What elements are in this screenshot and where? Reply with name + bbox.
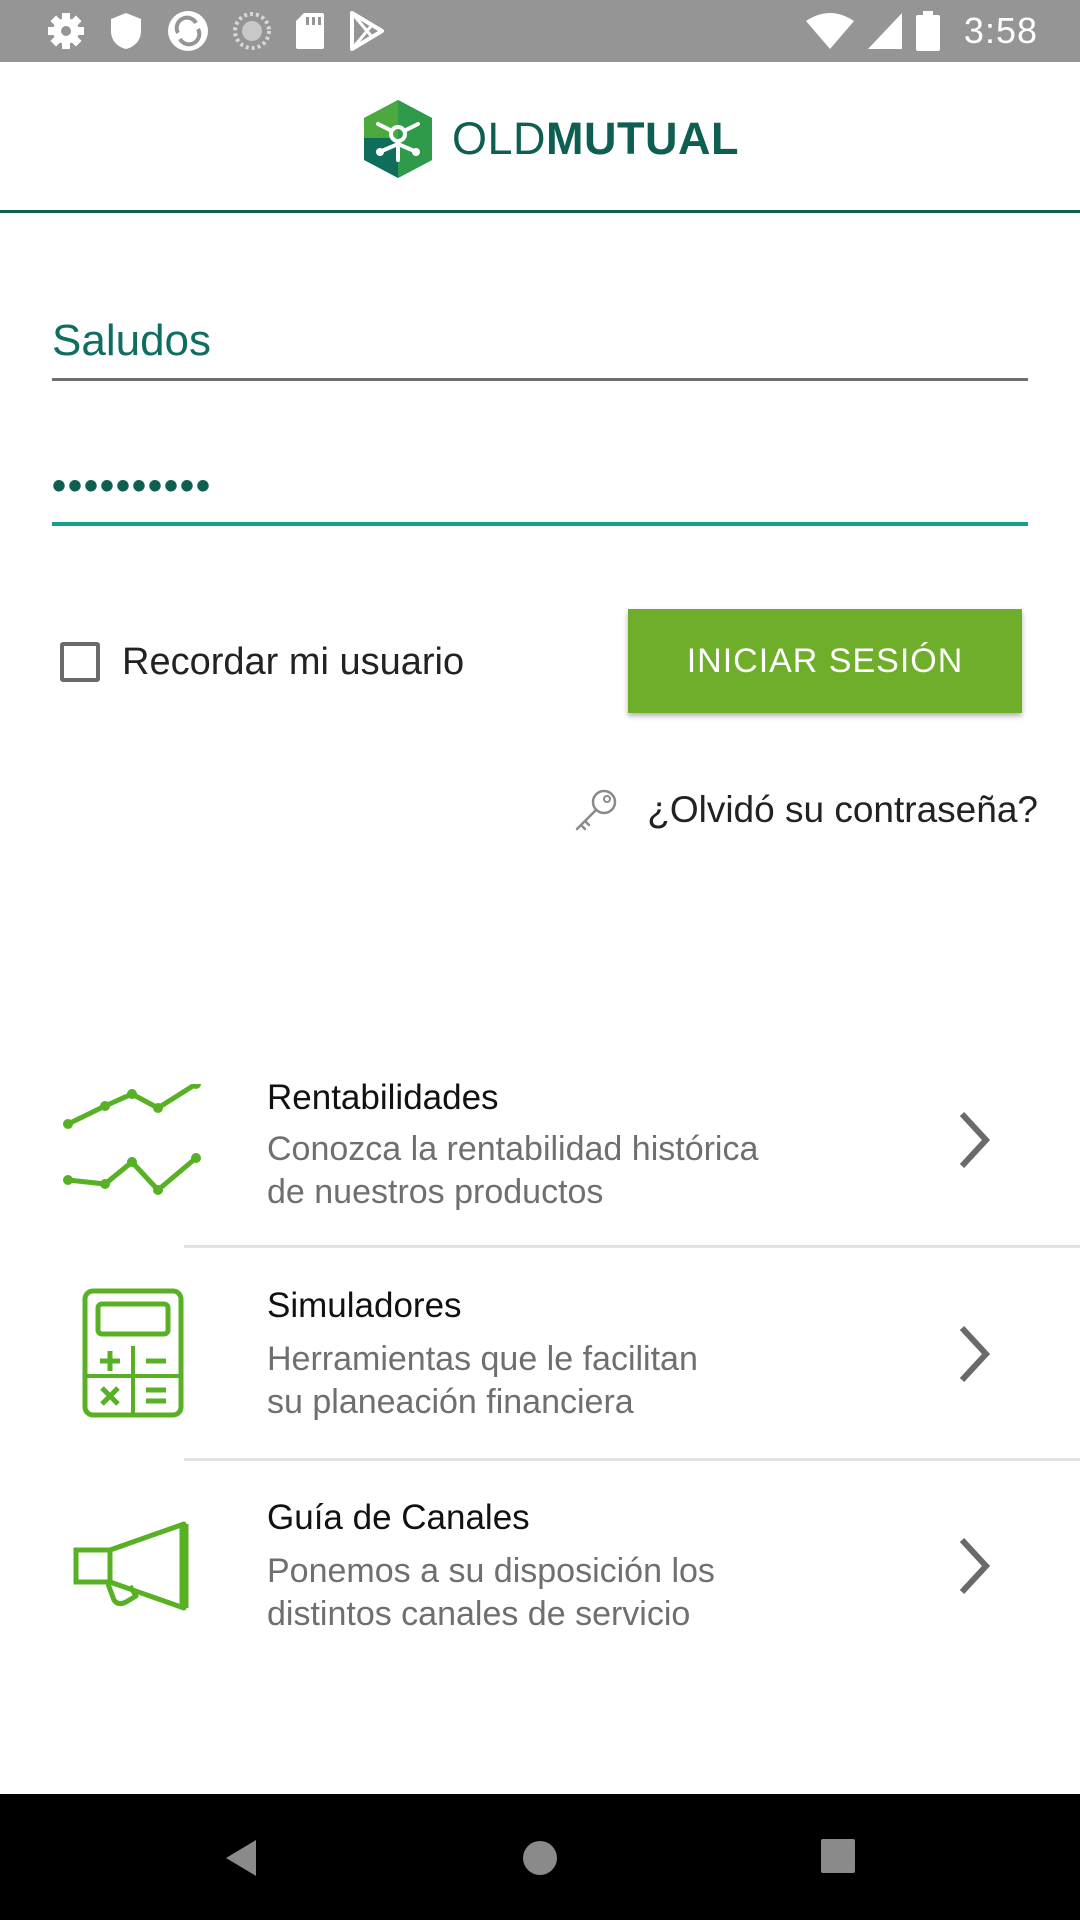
- username-field[interactable]: Saludos: [52, 304, 1028, 381]
- remember-checkbox[interactable]: [60, 642, 100, 682]
- chevron-right-icon: [959, 1325, 991, 1383]
- forgot-password-label: ¿Olvidó su contraseña?: [647, 789, 1038, 830]
- password-value: ••••••••••: [52, 464, 213, 508]
- status-bar: 3:58: [0, 0, 1080, 62]
- menu-item-rentabilidades[interactable]: Rentabilidades Conozca la rentabilidad h…: [0, 1070, 1080, 1246]
- calculator-icon: [82, 1288, 184, 1418]
- sd-card-icon: [296, 13, 324, 49]
- menu-divider: [184, 1458, 1080, 1461]
- megaphone-icon: [73, 1521, 189, 1611]
- login-button[interactable]: INICIAR SESIÓN: [628, 609, 1022, 713]
- loading-icon: [233, 12, 271, 50]
- forgot-password-link[interactable]: ¿Olvidó su contraseña?: [571, 784, 1038, 836]
- username-value: Saludos: [52, 316, 212, 365]
- menu-desc-line2: de nuestros productos: [267, 1173, 604, 1211]
- chevron-right-icon: [959, 1537, 991, 1595]
- status-time: 3:58: [963, 10, 1038, 51]
- recents-icon[interactable]: [820, 1838, 856, 1874]
- settings-icon: [48, 13, 84, 49]
- key-icon: [575, 789, 617, 831]
- remember-user[interactable]: Recordar mi usuario: [60, 638, 464, 686]
- shield-icon: [111, 13, 141, 49]
- menu-desc-line1: Herramientas que le facilitan: [267, 1340, 698, 1378]
- menu-item-guia-canales[interactable]: Guía de Canales Ponemos a su disposición…: [0, 1494, 1080, 1674]
- sync-icon: [168, 11, 208, 51]
- signal-icon: [867, 13, 902, 49]
- back-icon[interactable]: [222, 1838, 258, 1878]
- play-store-icon: [350, 11, 384, 51]
- menu-divider: [184, 1245, 1080, 1248]
- old-mutual-logo: OLDMUTUAL: [360, 98, 739, 180]
- logo-wordmark: OLDMUTUAL: [452, 113, 739, 164]
- menu-desc-line1: Ponemos a su disposición los: [267, 1552, 715, 1590]
- password-field[interactable]: ••••••••••: [52, 450, 1028, 526]
- remember-label: Recordar mi usuario: [122, 640, 465, 683]
- menu-item-simuladores[interactable]: Simuladores Herramientas que le facilita…: [0, 1280, 1080, 1460]
- menu-title: Rentabilidades: [267, 1078, 499, 1117]
- menu-title: Guía de Canales: [267, 1498, 530, 1537]
- chevron-right-icon: [959, 1111, 991, 1169]
- menu-title: Simuladores: [267, 1286, 462, 1325]
- menu-desc-line1: Conozca la rentabilidad histórica: [267, 1130, 759, 1168]
- logo-emblem-icon: [364, 100, 432, 178]
- wifi-icon: [805, 13, 854, 49]
- menu-desc-line2: su planeación financiera: [267, 1383, 634, 1421]
- home-icon[interactable]: [520, 1838, 560, 1878]
- app-header: OLDMUTUAL: [0, 62, 1080, 213]
- battery-icon: [915, 11, 940, 51]
- menu-desc-line2: distintos canales de servicio: [267, 1595, 691, 1633]
- line-chart-icon: [63, 1084, 201, 1195]
- navigation-bar: [0, 1794, 1080, 1920]
